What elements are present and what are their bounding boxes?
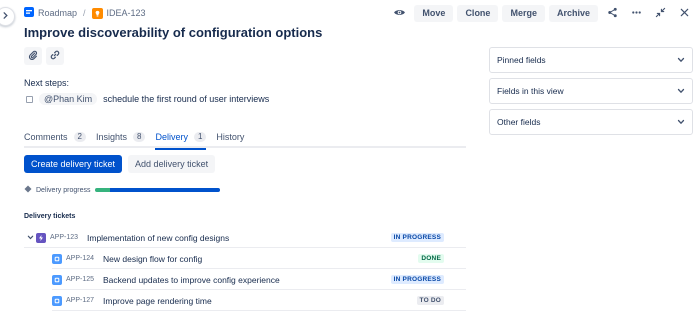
tab-label: History xyxy=(216,132,245,142)
breadcrumb: Roadmap / IDEA-123 xyxy=(24,7,146,19)
breadcrumb-issue-key[interactable]: IDEA-123 xyxy=(107,8,146,18)
panel-label: Fields in this view xyxy=(497,86,564,96)
tab-count: 2 xyxy=(73,132,86,142)
create-delivery-ticket-button[interactable]: Create delivery ticket xyxy=(24,155,123,173)
breadcrumb-project-link[interactable]: Roadmap xyxy=(38,8,77,18)
progress-done-segment xyxy=(95,188,111,192)
tab-insights[interactable]: Insights 8 xyxy=(95,130,146,148)
chevron-down-icon xyxy=(677,56,685,64)
task-icon xyxy=(52,274,62,285)
user-mention[interactable]: @Phan Kim xyxy=(39,93,98,105)
status-badge: IN PROGRESS xyxy=(390,233,444,242)
link-icon xyxy=(50,50,60,62)
issue-tabs: Comments 2 Insights 8 Delivery 1 History xyxy=(24,130,466,150)
tab-history[interactable]: History xyxy=(216,130,244,148)
ticket-summary[interactable]: Implementation of new config designs xyxy=(87,233,391,243)
task-icon xyxy=(52,253,62,264)
breadcrumb-separator: / xyxy=(83,8,86,18)
tab-delivery[interactable]: Delivery 1 xyxy=(155,130,207,150)
task-icon xyxy=(52,295,62,306)
chevron-down-icon xyxy=(677,87,685,95)
chevron-down-icon xyxy=(27,233,34,243)
ticket-summary[interactable]: Backend updates to improve config experi… xyxy=(103,275,391,285)
tab-count: 8 xyxy=(133,132,146,142)
more-icon xyxy=(631,7,642,20)
status-badge: DONE xyxy=(418,254,444,263)
pinned-fields-panel[interactable]: Pinned fields xyxy=(489,47,693,73)
issue-title[interactable]: Improve discoverability of configuration… xyxy=(24,25,322,40)
tab-comments[interactable]: Comments 2 xyxy=(24,130,86,148)
watch-button[interactable] xyxy=(388,4,410,22)
more-actions-button[interactable] xyxy=(626,4,646,22)
ticket-row[interactable]: APP-124 New design flow for config DONE xyxy=(52,249,466,269)
collapse-chevron-button[interactable] xyxy=(24,233,36,243)
delivery-progress-bar xyxy=(95,188,221,192)
status-badge: TO DO xyxy=(416,296,444,305)
clone-button[interactable]: Clone xyxy=(457,4,499,22)
paperclip-icon xyxy=(28,50,38,62)
roadmap-project-icon xyxy=(24,7,38,19)
collapse-view-button[interactable] xyxy=(650,4,670,22)
epic-icon xyxy=(36,232,46,243)
panel-label: Other fields xyxy=(497,117,541,127)
ticket-row[interactable]: APP-127 Improve page rendering time TO D… xyxy=(52,291,466,311)
share-button[interactable] xyxy=(602,4,622,22)
ticket-key[interactable]: APP-127 xyxy=(66,297,103,304)
ticket-key[interactable]: APP-124 xyxy=(66,255,103,262)
archive-button[interactable]: Archive xyxy=(548,4,598,22)
delivery-progress-label: Delivery progress xyxy=(36,186,91,194)
ticket-row[interactable]: APP-125 Backend updates to improve confi… xyxy=(52,270,466,290)
eye-icon xyxy=(393,8,406,19)
issue-actions: Move Clone Merge Archive xyxy=(388,4,694,22)
delivery-progress: Delivery progress xyxy=(24,185,221,195)
ticket-key[interactable]: APP-125 xyxy=(66,276,103,283)
chevron-down-icon xyxy=(677,118,685,126)
tab-label: Delivery xyxy=(155,132,188,142)
collapse-icon xyxy=(655,7,666,20)
ticket-key[interactable]: APP-123 xyxy=(50,234,87,241)
action-item: @Phan Kim schedule the first round of us… xyxy=(26,93,269,105)
panel-label: Pinned fields xyxy=(497,55,546,65)
share-icon xyxy=(607,7,618,20)
link-button[interactable] xyxy=(46,47,64,65)
ticket-summary[interactable]: Improve page rendering time xyxy=(103,296,417,306)
fields-in-view-panel[interactable]: Fields in this view xyxy=(489,78,693,104)
next-steps-heading: Next steps: xyxy=(24,78,70,88)
task-checkbox[interactable] xyxy=(26,95,33,103)
ticket-row-epic[interactable]: APP-123 Implementation of new config des… xyxy=(24,228,466,248)
idea-icon xyxy=(91,7,103,19)
progress-diamond-icon xyxy=(24,185,36,195)
other-fields-panel[interactable]: Other fields xyxy=(489,109,693,135)
ticket-summary[interactable]: New design flow for config xyxy=(103,254,418,264)
progress-in-progress-segment xyxy=(110,188,221,192)
status-badge: IN PROGRESS xyxy=(390,275,444,284)
move-button[interactable]: Move xyxy=(414,4,454,22)
tab-label: Comments xyxy=(24,132,68,142)
issue-header-bar: Roadmap / IDEA-123 Move Clone Merge Arch… xyxy=(24,4,694,22)
attach-button[interactable] xyxy=(24,47,42,65)
task-text: schedule the first round of user intervi… xyxy=(103,94,270,104)
merge-button[interactable]: Merge xyxy=(502,4,545,22)
close-button[interactable] xyxy=(674,4,694,22)
content-toolbar xyxy=(24,47,64,65)
expand-sidebar-button[interactable] xyxy=(0,7,15,26)
tab-label: Insights xyxy=(95,132,127,142)
delivery-tickets-heading: Delivery tickets xyxy=(24,213,76,220)
chevron-right-icon xyxy=(1,11,10,22)
tab-count: 1 xyxy=(193,132,207,142)
add-delivery-ticket-button[interactable]: Add delivery ticket xyxy=(128,155,216,173)
delivery-actions: Create delivery ticket Add delivery tick… xyxy=(24,155,216,173)
close-icon xyxy=(679,7,690,20)
